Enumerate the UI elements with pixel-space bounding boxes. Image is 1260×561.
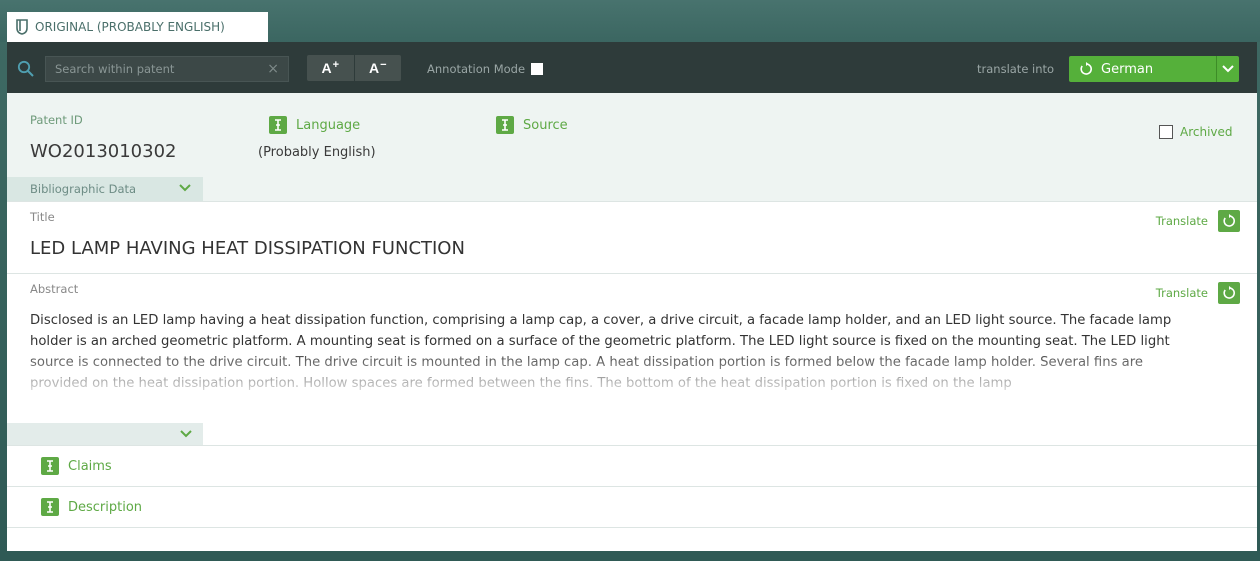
search-input[interactable]: Search within patent ×	[45, 56, 289, 82]
archived-label: Archived	[1180, 125, 1233, 139]
title-translate-label: Translate	[1155, 214, 1208, 228]
archived-toggle[interactable]: Archived	[1159, 125, 1233, 139]
language-name: German	[1101, 61, 1154, 77]
annotation-mode-label: Annotation Mode	[427, 62, 526, 76]
patent-title: LED LAMP HAVING HEAT DISSIPATION FUNCTIO…	[30, 238, 465, 259]
patent-content: Patent ID WO2013010302 Language (Probabl…	[7, 93, 1257, 551]
abstract-expand-toggle[interactable]	[7, 423, 203, 446]
rotate-icon	[1080, 62, 1092, 75]
font-increase-button[interactable]: A +	[307, 55, 354, 81]
language-header[interactable]: Language	[269, 116, 360, 134]
bibliographic-data-toggle[interactable]: Bibliographic Data	[7, 177, 203, 201]
clear-icon[interactable]: ×	[267, 57, 279, 81]
text-cursor-icon	[269, 116, 287, 134]
search-placeholder: Search within patent	[55, 62, 175, 76]
language-select-value: German	[1069, 56, 1216, 82]
description-label: Description	[68, 499, 143, 515]
title-section: Title Translate LED LAMP HAVING HEAT DIS…	[7, 201, 1257, 274]
patent-id-value: WO2013010302	[30, 141, 177, 162]
translate-into-label: translate into	[977, 62, 1055, 76]
search-bar: Search within patent ×	[17, 56, 289, 82]
translate-icon[interactable]	[1218, 282, 1240, 304]
abstract-section: Abstract Translate Disclosed is an LED l…	[7, 273, 1257, 446]
abstract-translate[interactable]: Translate	[1156, 282, 1240, 304]
toolbar: Search within patent × A + A − Annotation …	[7, 42, 1257, 93]
tab-strip: ORIGINAL (PROBABLY ENGLISH)	[0, 0, 1260, 42]
search-icon[interactable]	[17, 60, 35, 78]
source-header[interactable]: Source	[496, 116, 568, 134]
shield-icon	[16, 19, 28, 35]
source-label: Source	[523, 117, 568, 133]
annotation-mode: Annotation Mode	[427, 62, 544, 76]
claims-row[interactable]: Claims	[7, 445, 1257, 486]
title-translate[interactable]: Translate	[1156, 210, 1240, 232]
font-increase-letter: A	[321, 60, 332, 76]
bibliographic-panel: Patent ID WO2013010302 Language (Probabl…	[7, 93, 1257, 201]
language-label: Language	[296, 117, 361, 133]
abstract-translate-label: Translate	[1155, 286, 1208, 300]
language-select[interactable]: German	[1069, 56, 1239, 82]
font-increase-sign: +	[332, 59, 340, 71]
text-cursor-icon	[41, 498, 59, 516]
font-decrease-letter: A	[368, 60, 380, 76]
abstract-text: Disclosed is an LED lamp having a heat d…	[30, 313, 1172, 391]
translate-icon[interactable]	[1218, 210, 1240, 232]
language-value: (Probably English)	[258, 145, 376, 160]
tab-original[interactable]: ORIGINAL (PROBABLY ENGLISH)	[7, 12, 268, 42]
tab-label: ORIGINAL (PROBABLY ENGLISH)	[35, 20, 225, 34]
title-label: Title	[30, 210, 55, 224]
font-size-controls: A + A −	[307, 55, 401, 81]
text-cursor-icon	[41, 457, 59, 475]
chevron-down-icon	[180, 430, 192, 438]
patent-id-label: Patent ID	[30, 113, 83, 127]
description-row[interactable]: Description	[7, 486, 1257, 528]
font-decrease-button[interactable]: A −	[353, 55, 402, 81]
annotation-mode-checkbox[interactable]	[531, 63, 544, 75]
bibliographic-data-label: Bibliographic Data	[30, 182, 137, 196]
abstract-label: Abstract	[30, 282, 79, 296]
claims-label: Claims	[68, 458, 112, 474]
archived-checkbox[interactable]	[1159, 125, 1173, 139]
font-decrease-sign: −	[380, 59, 387, 71]
chevron-down-icon	[179, 184, 191, 192]
text-cursor-icon	[496, 116, 514, 134]
chevron-down-icon[interactable]	[1216, 56, 1239, 82]
